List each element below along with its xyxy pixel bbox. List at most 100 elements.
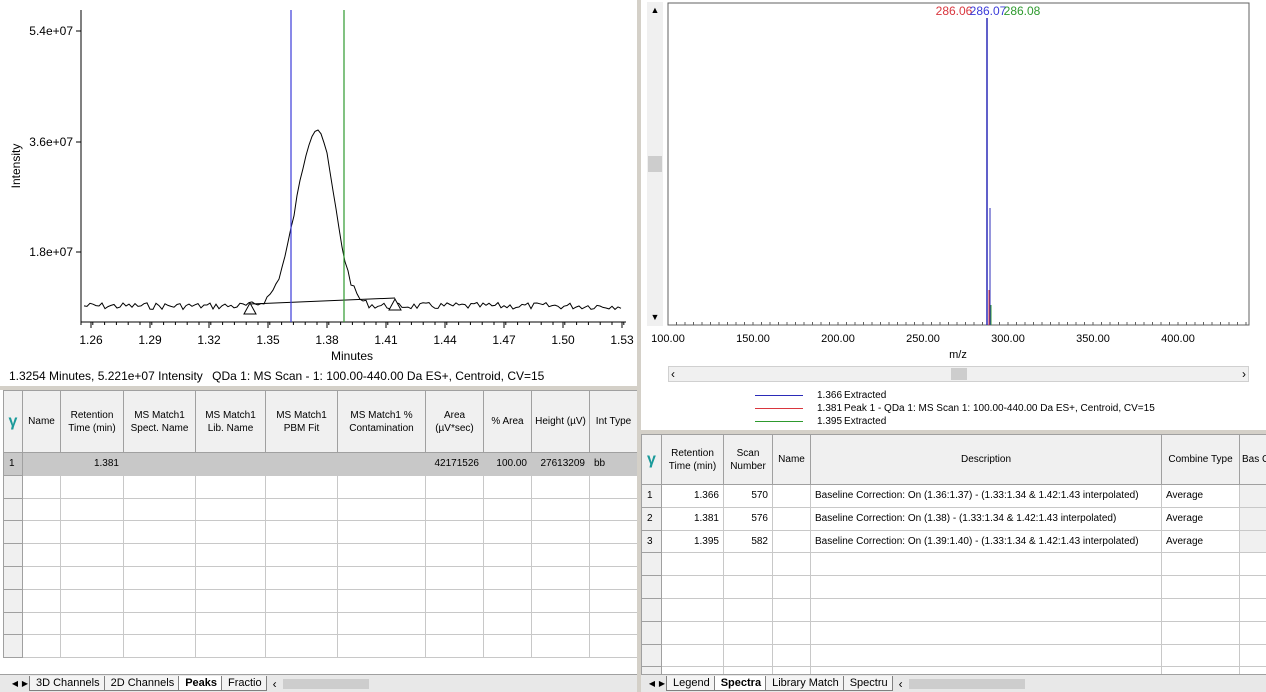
cell-height[interactable]: 27613209 — [531, 452, 590, 476]
table-row[interactable]: 1 1.381 42171526 100.00 27613209 bb — [3, 452, 637, 476]
row-header[interactable]: 3 — [641, 529, 662, 554]
col-header-pbm-fit[interactable]: MS Match1 PBM Fit — [265, 390, 338, 453]
tab-legend[interactable]: Legend — [666, 676, 715, 691]
x-axis-label: Minutes — [331, 349, 373, 363]
tab-nav-first-icon[interactable]: ◀ — [10, 679, 20, 688]
empty-cell — [589, 565, 637, 590]
tab-spectrum[interactable]: Spectru — [842, 676, 893, 691]
spectrum-plot-frame — [667, 2, 1250, 326]
cell-rt[interactable]: 1.381 — [60, 452, 124, 476]
col-header-name[interactable]: Name — [772, 434, 811, 485]
cell-spect-name[interactable] — [123, 452, 196, 476]
tab-2d-channels[interactable]: 2D Channels — [103, 676, 180, 691]
tab-3d-channels[interactable]: 3D Channels — [29, 676, 105, 691]
col-header-combine-type[interactable]: Combine Type — [1161, 434, 1240, 485]
col-header-scan-number[interactable]: Scan Number — [723, 434, 773, 485]
cell-description[interactable]: Baseline Correction: On (1.38) - (1.33:1… — [810, 506, 1162, 531]
col-header-height[interactable]: Height (µV) — [531, 390, 590, 453]
cell-combine[interactable]: Average — [1161, 529, 1240, 554]
spectrum-plot[interactable]: 100.00 150.00 200.00 250.00 300.00 350.00 400.… — [641, 0, 1266, 364]
col-header-base-corr[interactable]: Bas Corr — [1239, 434, 1266, 485]
cell-scan[interactable]: 576 — [723, 506, 773, 531]
empty-cell — [641, 620, 662, 645]
cell-name[interactable] — [772, 506, 811, 531]
cell-int-type[interactable]: bb — [589, 452, 637, 476]
chromatogram-status: 1.3254 Minutes, 5.221e+07 Intensity QDa … — [9, 369, 544, 383]
cell-description[interactable]: Baseline Correction: On (1.39:1.40) - (1… — [810, 529, 1162, 554]
cell-scan[interactable]: 570 — [723, 484, 773, 508]
empty-cell — [531, 565, 590, 590]
table-row[interactable]: 2 1.381 576 Baseline Correction: On (1.38) … — [641, 506, 1266, 531]
cell-base-corr[interactable] — [1239, 529, 1266, 554]
cell-name[interactable] — [22, 452, 61, 476]
cell-lib-name[interactable] — [195, 452, 266, 476]
empty-cell — [483, 634, 532, 659]
cell-base-corr[interactable] — [1239, 506, 1266, 531]
legend-entry[interactable]: 1.366 Extracted — [755, 389, 1255, 402]
col-header-contamination[interactable]: MS Match1 % Contamination — [337, 390, 426, 453]
col-header-rt[interactable]: Retention Time (min) — [60, 390, 124, 453]
filter-icon[interactable]: γ — [641, 434, 662, 485]
cell-area[interactable]: 42171526 — [425, 452, 484, 476]
chromatogram-plot[interactable]: 5.4e+07 3.6e+07 1.8e+07 Intensity 1.26 1.… — [0, 0, 637, 366]
col-header-area[interactable]: Area (µV*sec) — [425, 390, 484, 453]
scroll-thumb[interactable] — [951, 368, 967, 380]
cell-pct-area[interactable]: 100.00 — [483, 452, 532, 476]
peak-label-green: 286.08 — [1004, 4, 1041, 18]
cell-name[interactable] — [772, 529, 811, 554]
cell-base-corr[interactable] — [1239, 484, 1266, 508]
cell-scan[interactable]: 582 — [723, 529, 773, 554]
legend-text: Extracted — [844, 416, 887, 427]
spectrum-x-tick-label: 400.00 — [1161, 333, 1195, 345]
empty-cell — [60, 474, 124, 499]
row-header[interactable]: 2 — [641, 506, 662, 531]
empty-cell — [22, 588, 61, 613]
arrow-left-icon[interactable]: ‹ — [273, 677, 277, 691]
cell-combine[interactable]: Average — [1161, 484, 1240, 508]
tab-nav-first-icon[interactable]: ◀ — [647, 679, 657, 688]
tab-scroll-thumb[interactable] — [282, 678, 369, 689]
row-header[interactable]: 1 — [641, 484, 662, 508]
arrow-left-icon[interactable]: ‹ — [671, 367, 675, 381]
empty-cell — [265, 588, 338, 613]
baseline-start-marker[interactable] — [243, 301, 257, 315]
table-row[interactable]: 3 1.395 582 Baseline Correction: On (1.39:1… — [641, 529, 1266, 554]
empty-cell — [265, 634, 338, 659]
cell-pbm-fit[interactable] — [265, 452, 338, 476]
col-header-pct-area[interactable]: % Area — [483, 390, 532, 453]
tab-spectra[interactable]: Spectra — [713, 676, 767, 691]
cell-contamination[interactable] — [337, 452, 426, 476]
table-row[interactable]: 1 1.366 570 Baseline Correction: On (1.36:1… — [641, 484, 1266, 508]
empty-cell — [265, 543, 338, 567]
cell-name[interactable] — [772, 484, 811, 508]
empty-cell — [425, 565, 484, 590]
tab-fractions[interactable]: Fractio — [221, 676, 267, 691]
legend-entry[interactable]: 1.381 Peak 1 - QDa 1: MS Scan 1: 100.00-4… — [755, 402, 1255, 415]
col-header-rt[interactable]: Retention Time (min) — [661, 434, 724, 485]
empty-cell — [810, 643, 1162, 668]
arrow-right-icon[interactable]: › — [1242, 367, 1246, 381]
filter-icon[interactable]: γ — [3, 390, 23, 453]
cell-rt[interactable]: 1.381 — [661, 506, 724, 531]
empty-row — [641, 620, 1266, 645]
tab-scroll-thumb[interactable] — [908, 678, 1025, 689]
col-header-description[interactable]: Description — [810, 434, 1162, 485]
col-header-lib-name[interactable]: MS Match1 Lib. Name — [195, 390, 266, 453]
cell-description[interactable]: Baseline Correction: On (1.36:1.37) - (1… — [810, 484, 1162, 508]
spectrum-horizontal-scrollbar[interactable]: ‹ › — [668, 366, 1249, 382]
cell-rt[interactable]: 1.366 — [661, 484, 724, 508]
col-header-int-type[interactable]: Int Type — [589, 390, 637, 453]
empty-cell — [60, 634, 124, 659]
cell-combine[interactable]: Average — [1161, 506, 1240, 531]
legend-entry[interactable]: 1.395 Extracted — [755, 415, 1255, 428]
col-header-spect-name[interactable]: MS Match1 Spect. Name — [123, 390, 196, 453]
spectra-table-panel: γ Retention Time (min) Scan Number Name … — [641, 434, 1266, 674]
cell-rt[interactable]: 1.395 — [661, 529, 724, 554]
arrow-left-icon[interactable]: ‹ — [899, 677, 903, 691]
tab-peaks[interactable]: Peaks — [178, 676, 222, 691]
row-header[interactable]: 1 — [3, 452, 23, 476]
col-header-name[interactable]: Name — [22, 390, 61, 453]
x-tick-label: 1.47 — [492, 333, 516, 347]
spectrum-legend: 1.366 Extracted 1.381 Peak 1 - QDa 1: MS Sc… — [755, 389, 1255, 428]
tab-library-match[interactable]: Library Match — [765, 676, 844, 691]
